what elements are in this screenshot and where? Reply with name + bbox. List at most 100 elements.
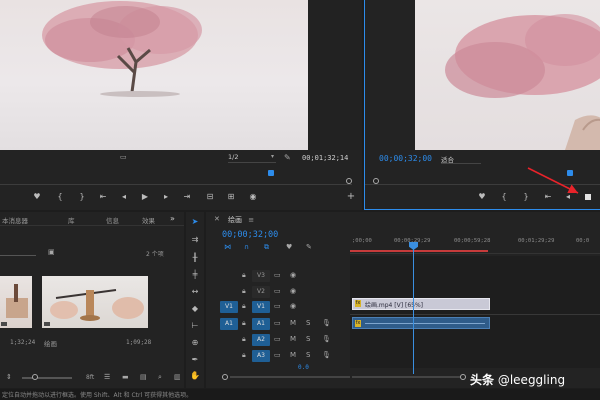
new-item-icon[interactable]: ▤ — [140, 373, 147, 382]
track-label-v2[interactable]: V2 — [252, 286, 270, 298]
microphone-icon[interactable]: 🎙︎ — [322, 335, 331, 344]
project-search-input[interactable] — [0, 248, 36, 256]
track-label-v1[interactable]: V1 — [252, 301, 270, 313]
rate-stretch-tool-icon[interactable]: ↔ — [189, 286, 201, 298]
snap-icon[interactable]: ∩ — [244, 243, 249, 252]
lock-track-icon[interactable]: 🔒︎ — [242, 335, 246, 344]
timeline-h-scrollbar[interactable] — [216, 374, 350, 380]
microphone-icon[interactable]: 🎙︎ — [322, 351, 331, 360]
scroll-end-circle[interactable] — [346, 178, 352, 184]
razor-tool-icon[interactable]: ◆ — [189, 303, 201, 315]
program-step-back-icon[interactable]: ◂ — [563, 192, 573, 202]
track-label-v3[interactable]: V3 — [252, 270, 270, 282]
add-marker-icon[interactable]: ♥ — [32, 192, 42, 202]
timeline-ruler[interactable]: ;00;00 00;00;29;29 00;00;59;28 00;01;29;… — [350, 232, 600, 254]
mark-in-icon[interactable]: { — [55, 192, 65, 202]
track-select-tool-icon[interactable]: ⇉ — [189, 234, 201, 246]
scrollbar-start-circle[interactable] — [222, 374, 228, 380]
tab-libraries[interactable]: 库 — [68, 215, 75, 225]
eye-icon[interactable]: ◉ — [290, 271, 296, 280]
timeline-playhead[interactable] — [409, 242, 418, 374]
mark-out-icon[interactable]: } — [77, 192, 87, 202]
new-bin-icon[interactable]: ▣ — [48, 248, 55, 257]
selection-tool-icon[interactable]: ➤ — [189, 216, 201, 228]
clip-thumbnail-2[interactable] — [42, 276, 148, 328]
hand-tool-icon[interactable]: ✋ — [189, 370, 201, 382]
source-video-frame[interactable] — [0, 0, 308, 150]
add-marker-tl-icon[interactable]: ♥ — [286, 243, 292, 252]
source-patch-a1[interactable]: A1 — [220, 318, 238, 330]
timeline-timecode[interactable]: 00;00;32;00 — [222, 230, 278, 240]
list-view-icon[interactable]: ☰ — [104, 373, 110, 382]
close-tab-icon[interactable]: ✕ — [214, 215, 220, 224]
nest-icon[interactable]: ⋈ — [224, 243, 231, 252]
master-volume[interactable]: 0.0 — [298, 364, 309, 371]
program-scroll-start-circle[interactable] — [373, 178, 379, 184]
pen-tool-icon[interactable]: ✒ — [189, 354, 201, 366]
sync-lock-icon[interactable]: ▭ — [274, 335, 281, 344]
lock-icon[interactable]: ⇕ — [6, 373, 12, 382]
timeline-h-scrollbar-right[interactable] — [352, 374, 466, 380]
program-mark-in-icon[interactable]: { — [499, 192, 509, 202]
thumbnail-zoom-slider[interactable] — [22, 374, 72, 380]
zoom-select[interactable]: 1/2 ▾ — [228, 153, 276, 163]
overwrite-icon[interactable]: ⊞ — [226, 192, 236, 202]
track-label-a2[interactable]: A2 — [252, 334, 270, 346]
sync-lock-icon[interactable]: ▭ — [274, 287, 281, 296]
tab-info[interactable]: 信息 — [106, 215, 119, 225]
scrollbar-track[interactable] — [230, 376, 350, 378]
timeline-settings-icon[interactable]: ✎ — [306, 243, 312, 252]
go-to-out-icon[interactable]: ⇥ — [182, 192, 192, 202]
microphone-icon[interactable]: 🎙︎ — [322, 319, 331, 328]
tab-menu-icon[interactable]: ≡ — [248, 216, 254, 224]
tab-media-browser[interactable]: 本消息器 — [2, 215, 28, 225]
program-scrub-bar[interactable] — [365, 170, 600, 185]
sync-lock-icon[interactable]: ▭ — [274, 351, 281, 360]
source-patch-v1[interactable]: V1 — [220, 301, 238, 313]
mute-button[interactable]: M — [290, 351, 296, 360]
work-area-bar[interactable] — [350, 250, 488, 252]
slip-tool-icon[interactable]: ⊢ — [189, 320, 201, 332]
program-go-to-in-icon[interactable]: ⇤ — [543, 192, 553, 202]
program-stop-icon[interactable] — [585, 194, 591, 200]
mute-button[interactable]: M — [290, 319, 296, 328]
source-scrub-bar[interactable] — [0, 170, 352, 185]
export-frame-icon[interactable]: ◉ — [248, 192, 258, 202]
scrollbar-track-right[interactable] — [352, 376, 460, 378]
scrollbar-end-circle[interactable] — [460, 374, 466, 380]
play-icon[interactable]: ▶ — [140, 192, 150, 202]
lock-track-icon[interactable]: 🔒︎ — [242, 271, 246, 280]
sync-lock-icon[interactable]: ▭ — [274, 319, 281, 328]
ripple-edit-tool-icon[interactable]: ╫ — [189, 252, 201, 264]
lock-track-icon[interactable]: 🔒︎ — [242, 302, 246, 311]
fit-select[interactable]: 适合 — [441, 154, 481, 164]
program-playhead-icon[interactable] — [567, 170, 573, 176]
insert-icon[interactable]: ⊟ — [205, 192, 215, 202]
source-playhead-icon[interactable] — [268, 170, 274, 176]
sync-lock-icon[interactable]: ▭ — [274, 302, 281, 311]
track-label-a1[interactable]: A1 — [252, 318, 270, 330]
step-forward-icon[interactable]: ▸ — [161, 192, 171, 202]
audio-clip[interactable]: fx — [352, 317, 490, 329]
slide-tool-icon[interactable]: ⊕ — [189, 337, 201, 349]
lock-track-icon[interactable]: 🔒︎ — [242, 319, 246, 328]
video-clip[interactable]: fx 绘画.mp4 [V] [65%] — [352, 298, 490, 310]
lock-track-icon[interactable]: 🔒︎ — [242, 351, 246, 360]
tab-effects[interactable]: 效果 — [142, 215, 155, 225]
clip-thumbnail-1[interactable] — [0, 276, 32, 328]
zoom-slider-handle[interactable] — [32, 374, 38, 380]
eye-icon[interactable]: ◉ — [290, 287, 296, 296]
wrench-icon[interactable]: ✎ — [284, 153, 291, 162]
more-tabs-icon[interactable]: » — [170, 214, 175, 223]
program-add-marker-icon[interactable]: ♥ — [477, 192, 487, 202]
rolling-edit-tool-icon[interactable]: ╪ — [189, 269, 201, 281]
search-icon[interactable]: ⌕ — [158, 373, 162, 382]
button-editor-plus-icon[interactable]: + — [346, 192, 356, 202]
lock-track-icon[interactable]: 🔒︎ — [242, 287, 246, 296]
timeline-tab[interactable]: 绘画 ≡ — [228, 215, 254, 225]
step-back-icon[interactable]: ◂ — [119, 192, 129, 202]
solo-button[interactable]: S — [306, 319, 310, 328]
go-to-in-icon[interactable]: ⇤ — [98, 192, 108, 202]
trash-icon[interactable]: ▥ — [174, 373, 181, 382]
track-area[interactable]: fx 绘画.mp4 [V] [65%] fx — [350, 256, 600, 368]
